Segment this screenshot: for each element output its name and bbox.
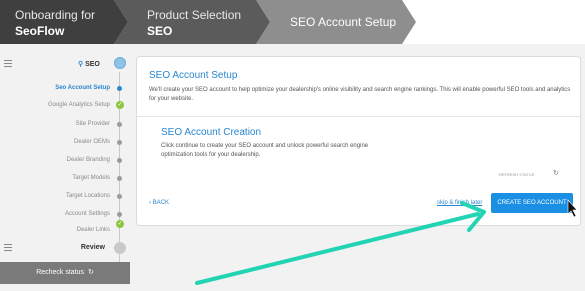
review-label: Review [80, 244, 105, 251]
seo-section-label: SEO [85, 61, 100, 68]
card-description: We'll create your SEO account to help op… [149, 87, 571, 102]
step-dot [117, 194, 122, 199]
create-seo-account-button[interactable]: CREATE SEO ACCOUNT [491, 193, 573, 213]
card-title: SEO Account Setup [149, 70, 238, 81]
review-section[interactable]: Review [0, 240, 130, 258]
progress-header: Onboarding for SeoFlow Product Selection… [0, 0, 585, 44]
seo-section-header[interactable]: ⚲ SEO [0, 52, 130, 74]
step-dot [117, 212, 122, 217]
divider [137, 116, 580, 117]
recheck-status-label: Recheck status [36, 269, 85, 276]
app-root: Onboarding for SeoFlow Product Selection… [0, 0, 585, 291]
step-dot [117, 140, 122, 145]
active-step-dot [117, 86, 122, 91]
checkmark-icon: ✓ [116, 220, 124, 228]
recheck-status-button[interactable]: Recheck status ↻ [0, 262, 130, 284]
sidebar-item-dealer-oems[interactable]: Dealer OEMs [0, 135, 110, 149]
step-seo-account-setup[interactable]: SEO Account Setup [256, 0, 416, 44]
sidebar-item-dealer-branding[interactable]: Dealer Branding [0, 153, 110, 167]
step-dot [117, 122, 122, 127]
sidebar-item-google-analytics-setup[interactable]: Google Analytics Setup [0, 98, 110, 112]
seo-progress-circle [114, 57, 126, 69]
review-progress-circle [114, 242, 126, 254]
back-button[interactable]: ‹ BACK [149, 200, 169, 206]
sidebar-item-seo-account-setup[interactable]: Seo Account Setup [0, 81, 110, 95]
step-seo-account-setup-title: SEO Account Setup [290, 15, 397, 29]
sidebar-item-account-settings[interactable]: Account Settings [0, 207, 110, 221]
seo-logo: ⚲ SEO [78, 60, 100, 68]
checkmark-icon: ✓ [116, 101, 124, 109]
back-label: BACK [152, 200, 170, 206]
sidebar-item-target-models[interactable]: Target Models [0, 171, 110, 185]
hamburger-icon[interactable] [4, 60, 12, 67]
refresh-icon[interactable]: ↻ [553, 170, 559, 177]
refresh-icon: ↻ [86, 269, 94, 276]
sidebar-item-dealer-links[interactable]: Dealer Links [0, 223, 110, 237]
step-onboarding-label: Onboarding for [15, 8, 96, 22]
step-onboarding-value: SeoFlow [15, 24, 65, 38]
magnifier-icon: ⚲ [78, 61, 84, 68]
sidebar-item-target-locations[interactable]: Target Locations [0, 189, 110, 203]
step-product-selection[interactable]: Product Selection SEO [114, 0, 270, 44]
seo-account-creation-title: SEO Account Creation [161, 127, 262, 138]
seo-account-setup-card: SEO Account Setup We'll create your SEO … [136, 56, 581, 226]
step-product-label: Product Selection [147, 8, 242, 22]
skip-finish-later-link[interactable]: skip & finish later [437, 200, 482, 206]
step-onboarding[interactable]: Onboarding for SeoFlow [0, 0, 128, 44]
step-dot [117, 158, 122, 163]
seo-account-creation-description: Click continue to create your SEO accoun… [161, 143, 369, 158]
sidebar-item-site-provider[interactable]: Site Provider [0, 117, 110, 131]
step-dot [117, 176, 122, 181]
hamburger-icon[interactable] [4, 244, 12, 251]
sidebar: ⚲ SEO Seo Account Setup Google Analytics… [0, 48, 130, 291]
refresh-status-link[interactable]: REFRESH STATUS [499, 172, 534, 177]
step-product-value: SEO [147, 24, 173, 38]
